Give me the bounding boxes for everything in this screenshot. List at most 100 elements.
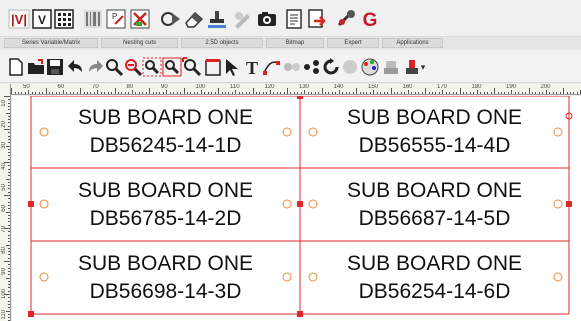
matrix-icon[interactable] [53, 8, 75, 30]
ribbon-group-bar: Series Variable/Matrix Nesting cuts 2.5D… [0, 37, 581, 49]
connect-icon[interactable] [302, 57, 322, 77]
main-toolbar: T ▾ [0, 50, 581, 83]
label-title: SUB BOARD ONE [77, 178, 254, 202]
tools-icon[interactable] [336, 8, 358, 30]
label-part-number: DB56254-14-6D [358, 279, 511, 303]
document-icon[interactable] [283, 8, 305, 30]
zoom-in-icon[interactable] [104, 57, 124, 77]
vertical-ruler[interactable]: 10 20 30 40 50 60 70 80 90 100 110 [0, 84, 11, 321]
horizontal-ruler[interactable]: 50 60 70 80 90 100 110 120 130 140 150 160 170 180 190… [11, 84, 581, 95]
label-cell[interactable]: SUB BOARD ONE DB56254-14-6D [300, 241, 569, 314]
overflow-icon[interactable]: ▾ [418, 57, 428, 77]
shapes-icon[interactable] [160, 8, 182, 30]
ruler-left-label: 110 [1, 310, 7, 320]
zoom-window-icon[interactable] [142, 57, 162, 77]
ruler-top-label: 170 [437, 84, 448, 90]
group-series-variable-matrix[interactable]: Series Variable/Matrix [4, 38, 98, 48]
ruler-left-label: 100 [1, 289, 7, 300]
ruler-top-label: 50 [23, 84, 30, 90]
palette-icon[interactable] [360, 57, 380, 77]
drawing-canvas[interactable]: SUB BOARD ONE DB56245-14-1D SUB BOARD ONE D… [12, 96, 581, 321]
label-part-number: DB56555-14-4D [358, 134, 511, 157]
zoom-out-icon[interactable] [123, 57, 143, 77]
ruler-left-label: 70 [1, 226, 7, 233]
ruler-top-label: 60 [57, 84, 65, 90]
label-cell[interactable]: SUB BOARD ONE DB56698-14-3D [31, 241, 300, 314]
group-bitmap[interactable]: Bitmap [266, 38, 324, 48]
label-title: SUB BOARD ONE [346, 251, 523, 275]
ruler-top-label: 200 [540, 84, 551, 90]
ruler-top-label: 110 [230, 84, 240, 90]
ribbon-icon-bar: |V| V P G [0, 0, 581, 37]
ruler-top-label: 190 [506, 84, 517, 90]
nesting-icon[interactable]: P [105, 8, 127, 30]
ruler-left-label: 30 [1, 142, 7, 149]
ruler-top-label: 180 [471, 84, 482, 90]
ruler-left-label: 40 [1, 163, 7, 170]
ruler-top-label: 120 [264, 84, 275, 90]
eraser-icon[interactable] [183, 8, 205, 30]
open-folder-icon[interactable] [26, 57, 46, 77]
ruler-top-label: 70 [92, 84, 99, 90]
select-arrow-icon[interactable] [222, 57, 242, 77]
label-cell[interactable]: SUB BOARD ONE DB56687-14-5D [300, 168, 569, 241]
distribute-icon[interactable] [282, 57, 302, 77]
label-part-number: DB56785-14-2D [89, 206, 242, 230]
barcode-icon[interactable] [82, 8, 104, 30]
cad-application-window: |V| V P G Series Variable/Matrix Nesting… [0, 0, 581, 321]
variable-icon[interactable]: V [31, 8, 53, 30]
ruler-top-label: 160 [402, 84, 413, 90]
page-frame-icon[interactable] [203, 57, 223, 77]
svg-text:T: T [246, 58, 258, 77]
svg-text:G: G [363, 10, 378, 30]
label-title: SUB BOARD ONE [346, 106, 523, 129]
color-icon[interactable] [340, 57, 360, 77]
label-cell[interactable]: SUB BOARD ONE DB56245-14-1D [31, 96, 300, 168]
overflow-glyph: ▾ [420, 61, 426, 72]
nesting-cuts-icon[interactable] [129, 8, 151, 30]
group-2-5d-objects[interactable]: 2.5D objects [181, 38, 263, 48]
undo-icon[interactable] [66, 57, 86, 77]
redo-icon[interactable] [85, 57, 105, 77]
label-title: SUB BOARD ONE [77, 106, 254, 129]
group-expert[interactable]: Expert [327, 38, 379, 48]
ruler-left-label: 80 [1, 247, 7, 254]
svg-text:V: V [38, 13, 46, 27]
export-icon[interactable] [306, 8, 328, 30]
ruler-top-label: 80 [126, 84, 134, 90]
label-cell[interactable]: SUB BOARD ONE DB56555-14-4D [300, 96, 569, 168]
ruler-top-label: 130 [299, 84, 310, 90]
group-applications[interactable]: Applications [382, 38, 443, 48]
label-title: SUB BOARD ONE [77, 251, 254, 275]
svg-text:P: P [112, 12, 117, 21]
rotate-icon[interactable] [321, 57, 341, 77]
app-logo-icon[interactable]: G [359, 8, 381, 30]
label-part-number: DB56698-14-3D [89, 279, 242, 303]
series-variable-icon[interactable]: |V| [8, 8, 30, 30]
camera-icon[interactable] [256, 8, 278, 30]
label-title: SUB BOARD ONE [346, 178, 523, 202]
ruler-left-label: 90 [1, 268, 7, 275]
ruler-left-label: 60 [1, 205, 7, 212]
svg-text:|V|: |V| [11, 12, 27, 27]
zoom-all-icon[interactable] [162, 57, 182, 77]
ruler-top-label: 150 [368, 84, 379, 90]
stamp-icon[interactable] [206, 8, 228, 30]
group-nesting-cuts[interactable]: Nesting cuts [101, 38, 178, 48]
save-icon[interactable] [45, 57, 65, 77]
ruler-left-label: 20 [1, 121, 7, 128]
label-part-number: DB56245-14-1D [89, 134, 242, 157]
new-document-icon[interactable] [6, 57, 26, 77]
ruler-top-label: 100 [195, 84, 206, 90]
machine-icon[interactable] [381, 57, 401, 77]
ruler-left-label: 50 [1, 184, 7, 191]
ruler-top-label: 90 [161, 84, 168, 90]
text-tool-icon[interactable]: T [242, 57, 262, 77]
node-edit-icon[interactable] [262, 57, 282, 77]
bitmap-pen-icon[interactable] [231, 8, 253, 30]
label-cell[interactable]: SUB BOARD ONE DB56785-14-2D [31, 168, 300, 241]
zoom-fit-icon[interactable] [182, 57, 202, 77]
ruler-top-label: 140 [333, 84, 344, 90]
ruler-left-label: 10 [1, 100, 7, 107]
label-part-number: DB56687-14-5D [358, 206, 511, 230]
